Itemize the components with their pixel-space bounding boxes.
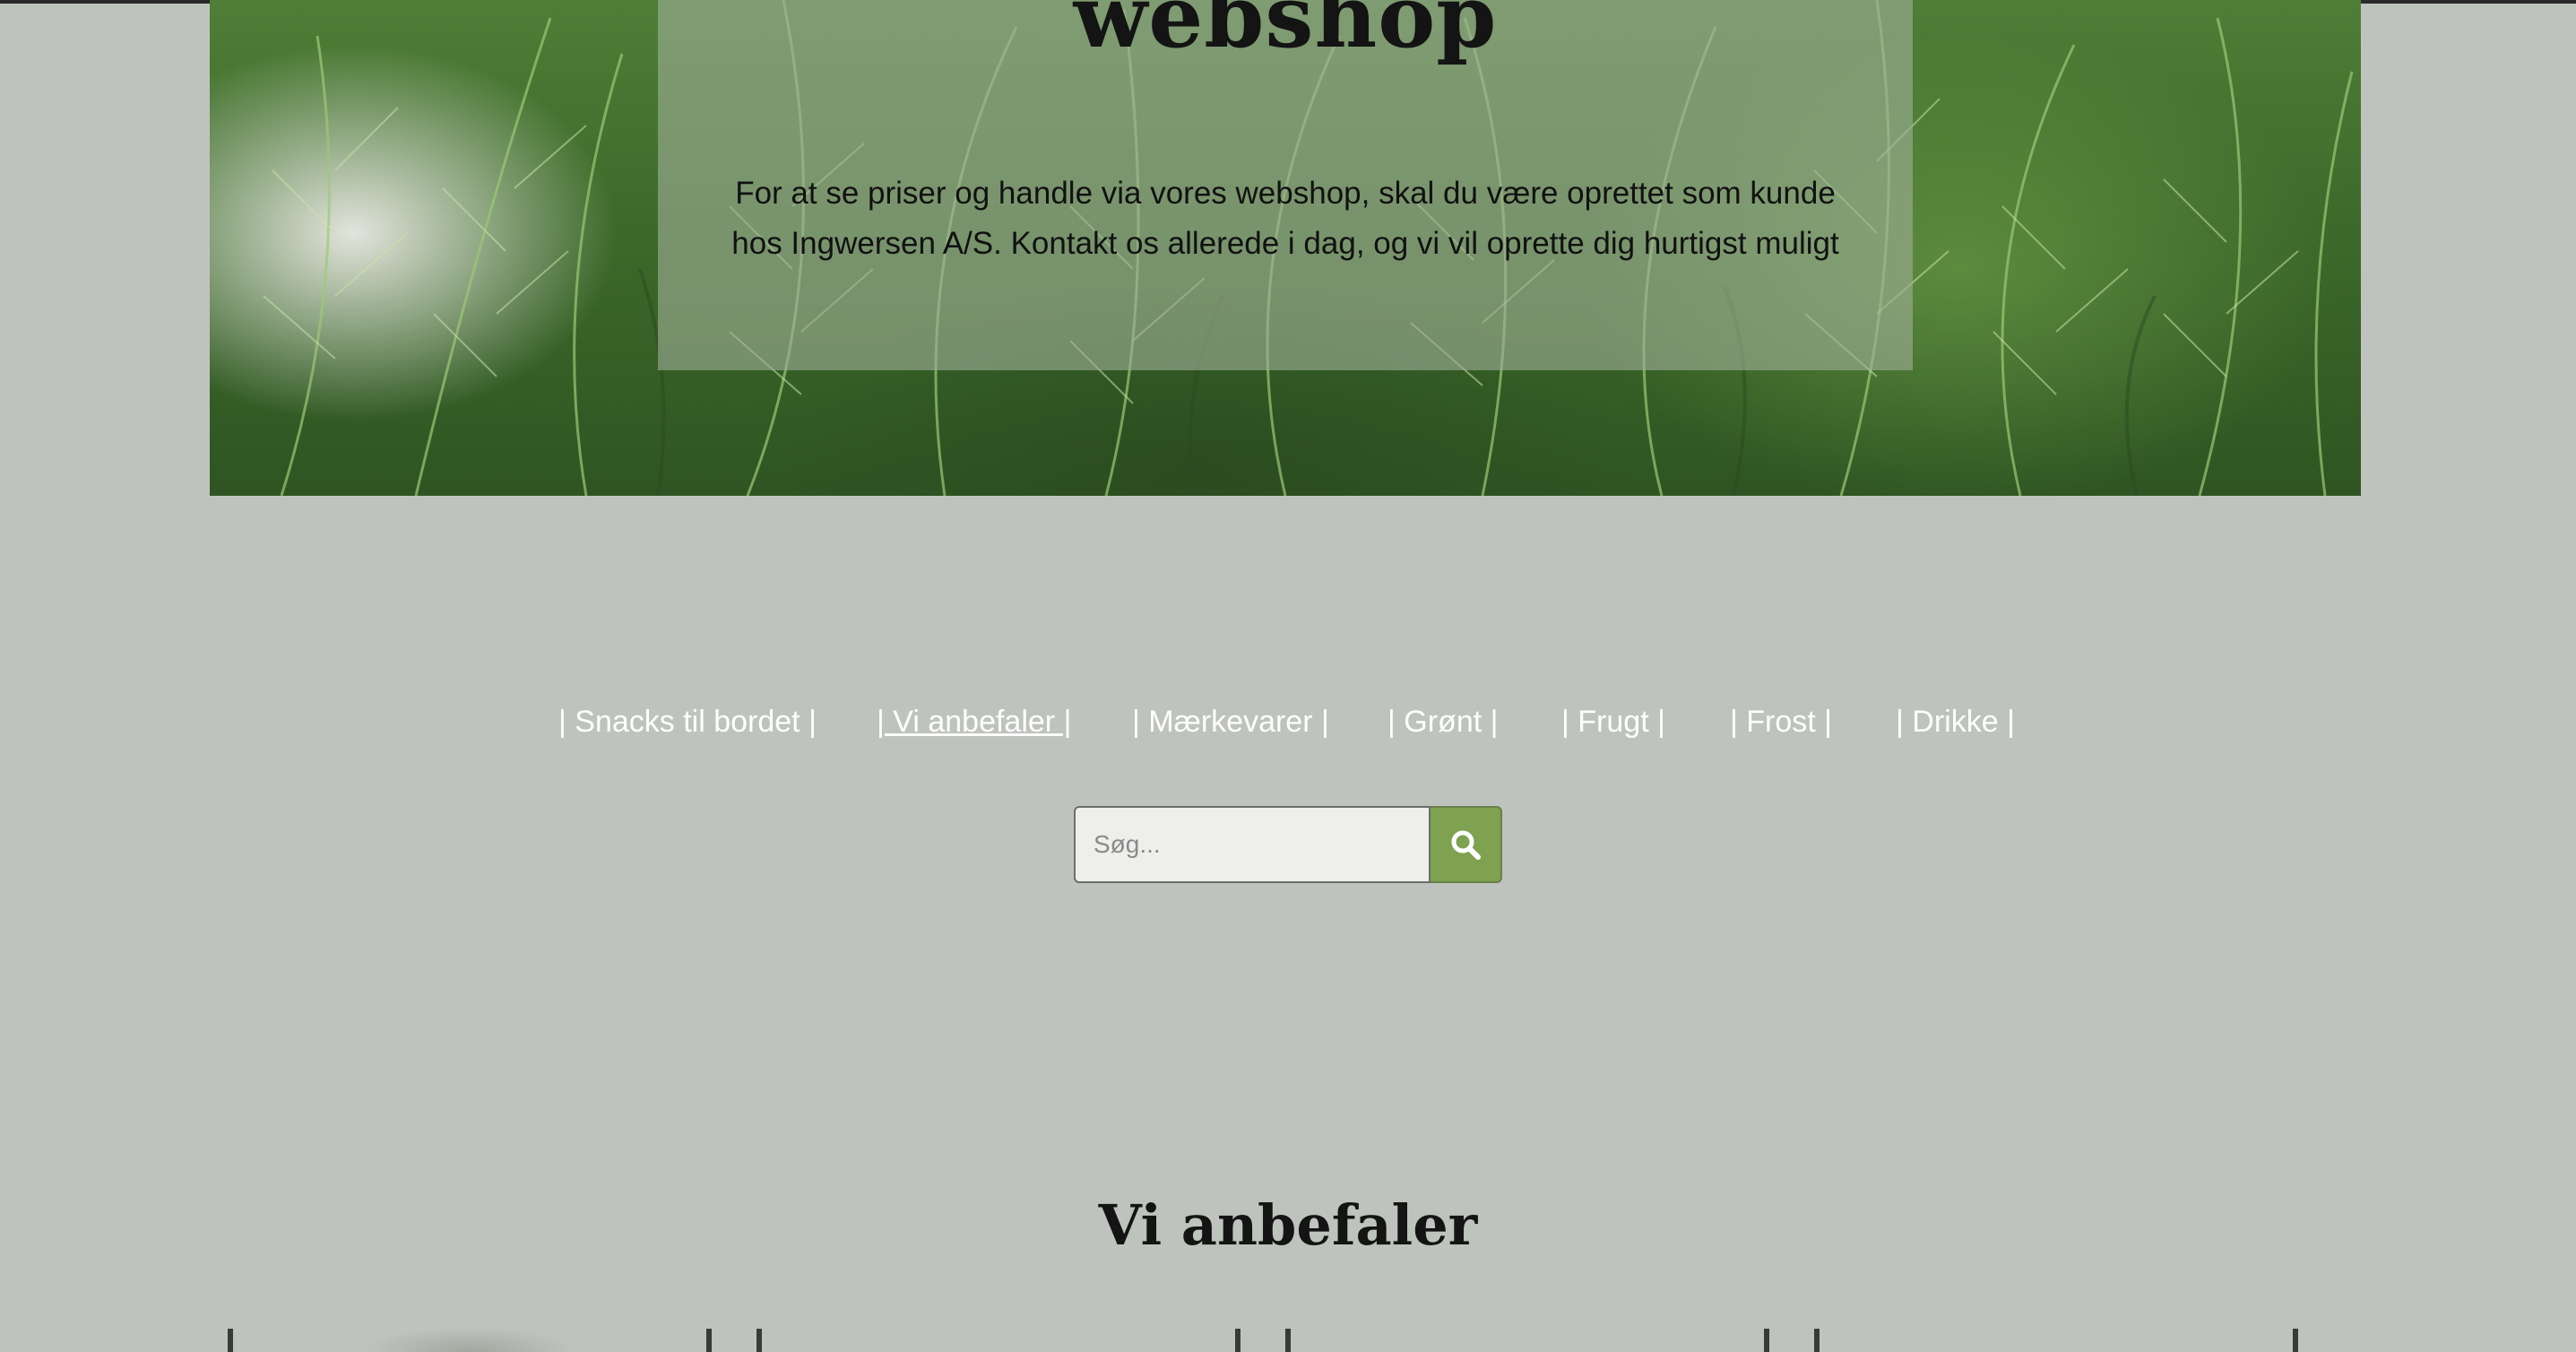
card-border-right	[2293, 1329, 2298, 1352]
search-bar	[1074, 806, 1504, 883]
product-image	[362, 1327, 577, 1352]
product-card[interactable]	[756, 1327, 1240, 1352]
section-title: Vi anbefaler	[1098, 1192, 1478, 1258]
nav-item-groent[interactable]: | Grønt |	[1387, 699, 1498, 744]
product-card[interactable]	[1285, 1327, 1769, 1352]
card-border-left	[756, 1329, 762, 1352]
card-border-left	[1285, 1329, 1291, 1352]
search-button[interactable]	[1431, 806, 1502, 883]
nav-item-drikke[interactable]: | Drikke |	[1896, 699, 2015, 744]
card-border-left	[1814, 1329, 1820, 1352]
search-icon	[1451, 830, 1481, 860]
card-border-right	[706, 1329, 712, 1352]
hero-title: webshop	[1073, 0, 1498, 67]
hero-overlay-box: webshop For at se priser og handle via v…	[658, 0, 1913, 370]
product-card[interactable]	[1814, 1327, 2298, 1352]
search-input[interactable]	[1074, 806, 1431, 883]
category-nav: | Snacks til bordet | | Vi anbefaler | |…	[0, 699, 2576, 744]
card-border-right	[1235, 1329, 1240, 1352]
nav-item-snacks-til-bordet[interactable]: | Snacks til bordet |	[558, 699, 817, 744]
hero-description: For at se priser og handle via vores web…	[731, 176, 1839, 261]
nav-item-maerkevarer[interactable]: | Mærkevarer |	[1132, 699, 1329, 744]
nav-item-frugt[interactable]: | Frugt |	[1561, 699, 1665, 744]
hero-banner: webshop For at se priser og handle via v…	[210, 0, 2361, 496]
card-border-right	[1764, 1329, 1769, 1352]
nav-item-frost[interactable]: | Frost |	[1730, 699, 1832, 744]
product-card[interactable]	[228, 1327, 712, 1352]
nav-item-vi-anbefaler[interactable]: | Vi anbefaler |	[877, 699, 1071, 744]
card-border-left	[228, 1329, 233, 1352]
